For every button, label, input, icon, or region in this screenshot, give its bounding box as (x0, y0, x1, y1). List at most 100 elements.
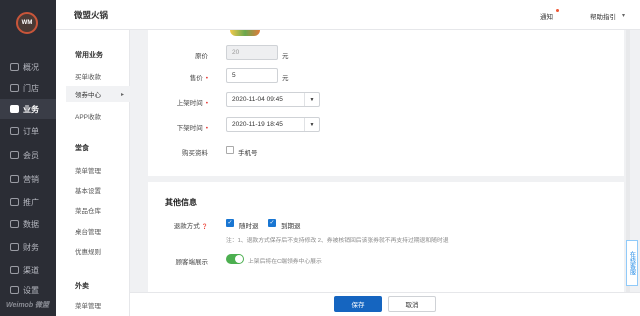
label-text: 售价 (189, 75, 203, 82)
sale-price-label: 售价 • (148, 72, 208, 82)
customer-display-toggle[interactable] (226, 254, 244, 264)
action-bar: 保存 取消 (130, 292, 640, 316)
original-price-label: 原价 (195, 53, 208, 60)
nav-finance[interactable]: 财务 (0, 237, 56, 257)
nav-label: 数据 (23, 219, 39, 229)
main-sidebar: WM 概况 门店 业务 订单 会员 营销 推广 数据 财务 渠道 设置 Weim… (0, 0, 56, 316)
refund-method-label: 退款方式 ❓ (148, 220, 208, 230)
caret-down-icon[interactable]: ▼ (304, 93, 319, 106)
caret-down-icon[interactable]: ▼ (304, 118, 319, 131)
chevron-down-icon[interactable]: ▾ (622, 12, 625, 19)
chevron-right-icon: ▸ (120, 91, 124, 98)
start-time-value: 2020-11-04 09:45 (232, 96, 283, 103)
submenu-group-title: 堂食 (75, 145, 89, 152)
currency-unit: 元 (282, 53, 289, 60)
promotion-icon (10, 198, 19, 206)
nav-label: 设置 (23, 285, 39, 295)
channel-icon (10, 266, 19, 274)
start-time-picker[interactable]: 2020-11-04 09:45 ▼ (226, 92, 320, 107)
refund-expire-label: 到期退 (281, 223, 301, 230)
buy-info-label: 购买资料 (182, 150, 208, 157)
nav-orders[interactable]: 订单 (0, 121, 56, 141)
required-mark: • (205, 100, 208, 107)
nav-members[interactable]: 会员 (0, 145, 56, 165)
customer-display-hint: 上架后将在C端领券中心展示 (248, 259, 322, 265)
nav-label: 概况 (23, 62, 39, 72)
settings-icon (10, 286, 19, 294)
store-icon (10, 84, 19, 92)
submenu-item-discount[interactable]: 优惠规则 (75, 246, 101, 256)
submenu-item-pay[interactable]: 买单收款 (75, 71, 101, 81)
other-info-card: 其他信息 退款方式 ❓ ✓ 随时退 ✓ 到期退 注：1、退款方式保存后不支持修改 … (148, 182, 624, 294)
label-text: 上架时间 (176, 100, 203, 107)
label-text: 退款方式 (173, 223, 200, 230)
nav-label: 订单 (23, 126, 39, 136)
section-title: 其他信息 (165, 198, 197, 207)
nav-business[interactable]: 业务 (0, 99, 56, 119)
label-text: 下架时间 (176, 125, 203, 132)
nav-overview[interactable]: 概况 (0, 57, 56, 77)
nav-label: 营销 (23, 174, 39, 184)
secondary-menu: 常用业务 买单收款 领券中心 ▸ APP收款 堂食 菜单管理 基本设置 菜品仓库… (56, 30, 130, 316)
customer-display-label: 顾客端展示 (175, 259, 209, 266)
nav-store[interactable]: 门店 (0, 78, 56, 98)
phone-checkbox[interactable] (226, 146, 234, 154)
save-button[interactable]: 保存 (334, 296, 382, 312)
brand-footer: Weimob 微盟 (6, 302, 50, 309)
currency-unit: 元 (282, 75, 289, 82)
submenu-item-takeout-menu[interactable]: 菜单管理 (75, 300, 101, 310)
end-time-value: 2020-11-19 18:45 (232, 121, 283, 128)
help-link[interactable]: 帮助指引 (590, 11, 616, 21)
overview-icon (10, 63, 19, 71)
brand-logo: WM (16, 12, 38, 34)
nav-data[interactable]: 数据 (0, 214, 56, 234)
sale-price-input[interactable]: 5 (226, 68, 278, 83)
submenu-item-label: 领券中心 (75, 92, 101, 99)
data-icon (10, 220, 19, 228)
submenu-item-basic[interactable]: 基本设置 (75, 185, 101, 195)
coupon-form-card: 原价 20 元 售价 • 5 元 上架时间 • 2020-11-04 09:45 ▼ … (148, 30, 624, 176)
phone-option-label: 手机号 (238, 150, 258, 157)
submenu-group-title: 外卖 (75, 283, 89, 290)
end-time-label: 下架时间 • (148, 122, 208, 132)
online-service-tab[interactable]: 在线客服 (626, 240, 638, 286)
orders-icon (10, 127, 19, 135)
main-content: 原价 20 元 售价 • 5 元 上架时间 • 2020-11-04 09:45 ▼ … (148, 30, 624, 294)
start-time-label: 上架时间 • (148, 97, 208, 107)
finance-icon (10, 243, 19, 251)
nav-label: 会员 (23, 150, 39, 160)
top-header: 微盟火锅 通知 帮助指引 ▾ (56, 0, 640, 30)
submenu-item-tables[interactable]: 桌台管理 (75, 226, 101, 236)
members-icon (10, 151, 19, 159)
nav-label: 门店 (23, 83, 39, 93)
product-thumbnail (230, 30, 260, 36)
help-icon[interactable]: ❓ (202, 224, 208, 230)
required-mark: • (205, 75, 208, 82)
store-name: 微盟火锅 (74, 10, 109, 20)
nav-marketing[interactable]: 营销 (0, 169, 56, 189)
refund-anytime-checkbox[interactable]: ✓ (226, 219, 234, 227)
nav-promotion[interactable]: 推广 (0, 192, 56, 212)
submenu-item-menu[interactable]: 菜单管理 (75, 165, 101, 175)
nav-label: 财务 (23, 242, 39, 252)
submenu-item-coupon-center[interactable]: 领券中心 ▸ (66, 86, 130, 102)
business-icon (10, 105, 19, 113)
notify-badge (556, 9, 559, 12)
nav-settings[interactable]: 设置 (0, 280, 56, 300)
end-time-picker[interactable]: 2020-11-19 18:45 ▼ (226, 117, 320, 132)
required-mark: • (205, 125, 208, 132)
nav-label: 渠道 (23, 265, 39, 275)
submenu-item-dish-warehouse[interactable]: 菜品仓库 (75, 205, 101, 215)
notify-link[interactable]: 通知 (540, 11, 553, 21)
refund-note: 注：1、退款方式保存后不支持修改 2、券被核销回后该张券就不再支持过期退和随时退 (226, 238, 449, 244)
refund-expire-checkbox[interactable]: ✓ (268, 219, 276, 227)
nav-label: 业务 (23, 104, 39, 114)
marketing-icon (10, 175, 19, 183)
refund-anytime-label: 随时退 (239, 223, 259, 230)
original-price-input: 20 (226, 45, 278, 60)
cancel-button[interactable]: 取消 (388, 296, 436, 312)
submenu-group-title: 常用业务 (75, 52, 103, 59)
nav-channel[interactable]: 渠道 (0, 260, 56, 280)
submenu-item-app-pay[interactable]: APP收款 (75, 111, 101, 121)
nav-label: 推广 (23, 197, 39, 207)
